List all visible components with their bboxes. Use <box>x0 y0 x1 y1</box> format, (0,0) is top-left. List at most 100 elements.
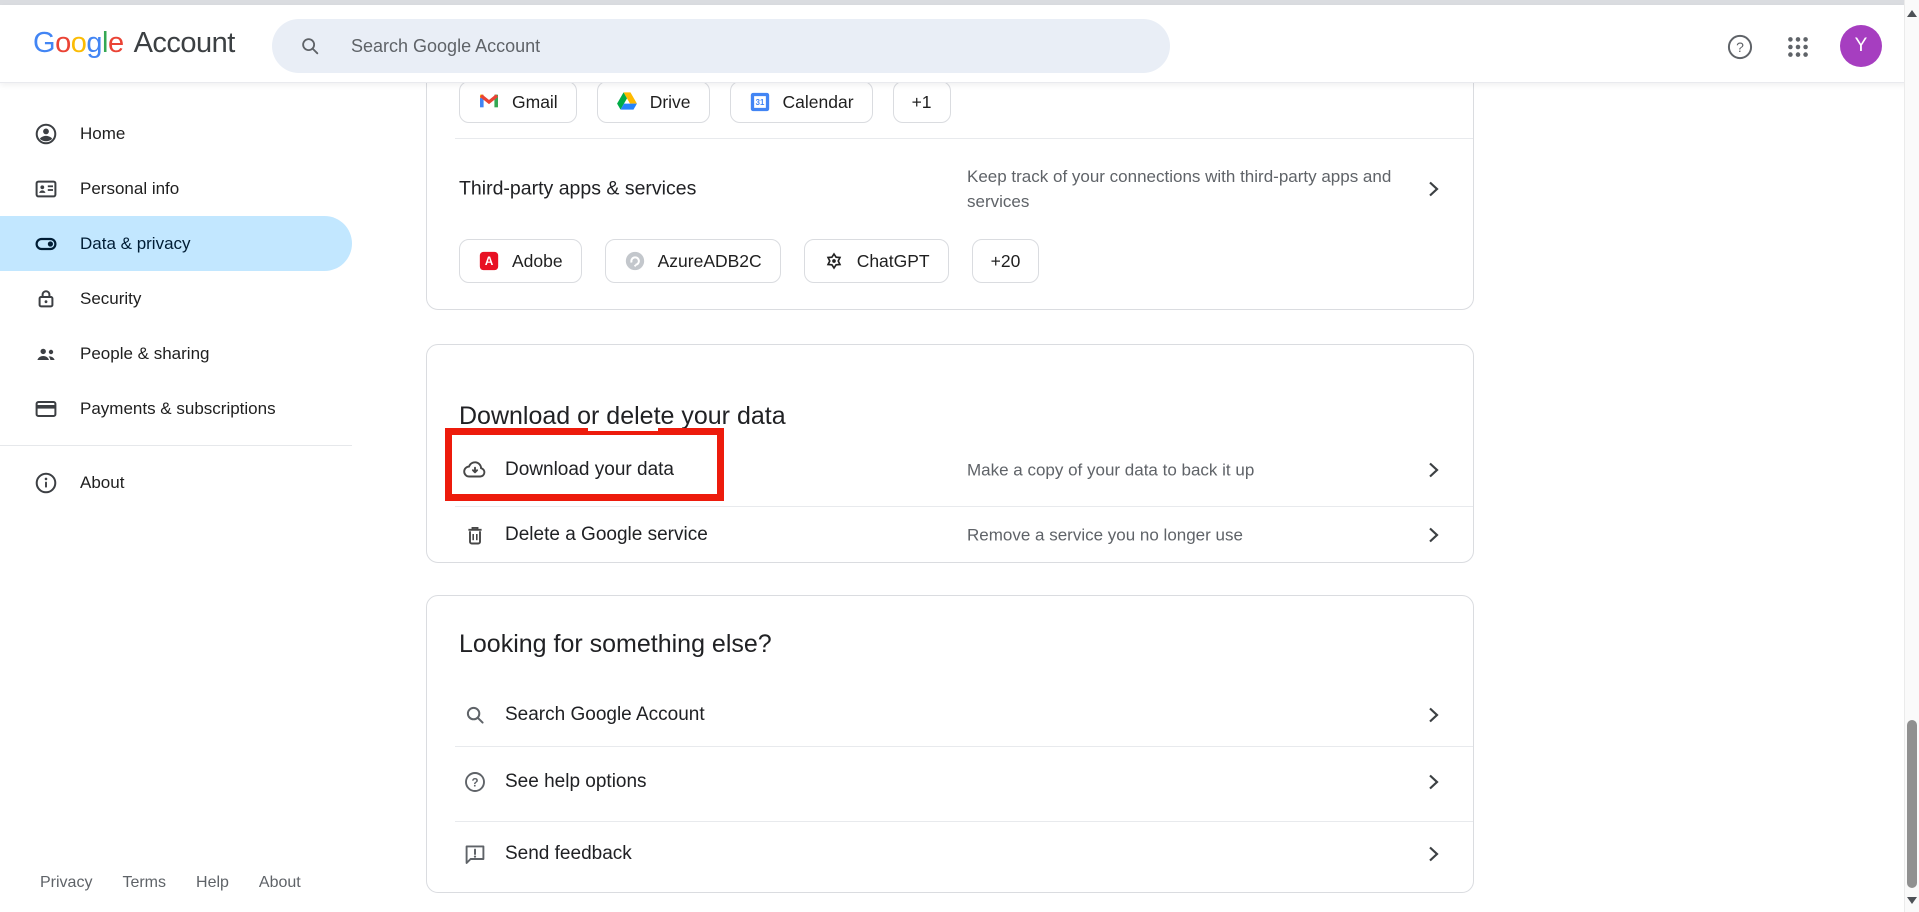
row-description: Keep track of your connections with thir… <box>967 164 1407 214</box>
row-label: Search Google Account <box>505 704 705 726</box>
sidebar-item-label: Data & privacy <box>80 234 191 254</box>
svg-text:A: A <box>485 254 494 268</box>
annotation-gap <box>588 427 658 431</box>
chip-label: +1 <box>912 92 932 113</box>
chip-drive[interactable]: Drive <box>597 82 710 123</box>
sidebar-item-about[interactable]: About <box>0 455 352 510</box>
avatar-letter: Y <box>1855 35 1868 57</box>
chip-label: Calendar <box>783 92 854 113</box>
svg-text:31: 31 <box>755 98 764 107</box>
row-label: Send feedback <box>505 843 632 865</box>
chip-label: Gmail <box>512 92 558 113</box>
search-input[interactable]: Search Google Account <box>272 19 1170 73</box>
help-button[interactable]: ? <box>1726 33 1754 61</box>
sidebar-item-data-privacy[interactable]: Data & privacy <box>0 216 352 271</box>
footer-links: Privacy Terms Help About <box>40 874 301 892</box>
chevron-right-icon <box>1421 177 1445 201</box>
sidebar-item-label: Personal info <box>80 179 179 199</box>
search-account-row[interactable]: Search Google Account <box>427 684 1473 746</box>
adobe-icon: A <box>478 250 500 272</box>
chevron-right-icon <box>1421 842 1445 866</box>
sidebar-item-payments[interactable]: Payments & subscriptions <box>0 381 352 436</box>
google-account-logo[interactable]: Google Account <box>33 5 235 82</box>
delete-google-service-row[interactable]: Delete a Google service Remove a service… <box>427 506 1473 564</box>
search-icon <box>299 35 321 57</box>
account-circle-icon <box>34 122 58 146</box>
drive-icon <box>616 91 638 113</box>
page-scrollbar[interactable] <box>1904 0 1919 912</box>
chip-gmail[interactable]: Gmail <box>459 82 577 123</box>
footer-link-about[interactable]: About <box>259 874 301 892</box>
people-icon <box>34 342 58 366</box>
google-apps-button[interactable] <box>1785 34 1811 60</box>
chevron-right-icon <box>1421 523 1445 547</box>
chip-label: Drive <box>650 92 691 113</box>
logo-letter: e <box>108 27 124 60</box>
svg-text:?: ? <box>1736 39 1744 55</box>
azureadb2c-icon <box>624 250 646 272</box>
chevron-right-icon <box>1421 458 1445 482</box>
sidebar-item-personal-info[interactable]: Personal info <box>0 161 352 216</box>
row-description: Make a copy of your data to back it up <box>967 458 1407 483</box>
chip-adobe[interactable]: A Adobe <box>459 239 582 283</box>
sidebar-item-security[interactable]: Security <box>0 271 352 326</box>
scrollbar-thumb[interactable] <box>1907 720 1917 888</box>
sidebar-item-label: About <box>80 473 124 493</box>
logo-letter: g <box>86 27 102 60</box>
app-header: Google Account Search Google Account ? Y <box>0 5 1919 82</box>
scrollbar-down-arrow[interactable] <box>1907 897 1917 904</box>
svg-text:?: ? <box>471 777 478 789</box>
third-party-card: Gmail Drive 31 Calendar +1 Third-party a… <box>426 82 1474 310</box>
gmail-icon <box>478 91 500 113</box>
chip-azureadb2c[interactable]: AzureADB2C <box>605 239 781 283</box>
lock-icon <box>34 287 58 311</box>
sidebar-item-label: People & sharing <box>80 344 209 364</box>
sidebar-divider <box>0 445 352 446</box>
logo-product-name: Account <box>134 27 235 60</box>
chip-calendar[interactable]: 31 Calendar <box>730 82 873 123</box>
chevron-right-icon <box>1421 703 1445 727</box>
chevron-right-icon <box>1421 770 1445 794</box>
chatgpt-icon <box>823 250 845 272</box>
toggle-icon <box>34 232 58 256</box>
sidebar-nav: Home Personal info Data & privacy Securi… <box>0 82 352 912</box>
service-chips-row: Gmail Drive 31 Calendar +1 <box>459 82 951 123</box>
row-label: See help options <box>505 771 647 793</box>
chip-more-services[interactable]: +1 <box>893 82 951 123</box>
apps-grid-icon <box>1785 34 1811 60</box>
trash-icon <box>463 523 487 547</box>
sidebar-item-label: Home <box>80 124 125 144</box>
account-avatar[interactable]: Y <box>1840 25 1882 67</box>
help-icon: ? <box>1726 33 1754 61</box>
feedback-icon <box>463 842 487 866</box>
logo-letter: o <box>71 27 87 60</box>
scrollbar-up-arrow[interactable] <box>1907 10 1917 17</box>
card-title: Looking for something else? <box>459 627 772 661</box>
third-party-apps-row[interactable]: Third-party apps & services Keep track o… <box>427 138 1473 239</box>
help-icon: ? <box>463 770 487 794</box>
chip-label: +20 <box>991 251 1021 272</box>
footer-link-privacy[interactable]: Privacy <box>40 874 92 892</box>
annotation-highlight-box <box>445 428 724 501</box>
chip-chatgpt[interactable]: ChatGPT <box>804 239 949 283</box>
chip-label: Adobe <box>512 251 563 272</box>
calendar-icon: 31 <box>749 91 771 113</box>
sidebar-item-label: Payments & subscriptions <box>80 399 276 419</box>
row-label: Delete a Google service <box>505 524 708 546</box>
logo-letter: o <box>55 27 71 60</box>
see-help-options-row[interactable]: ? See help options <box>427 746 1473 818</box>
chip-more-apps[interactable]: +20 <box>972 239 1040 283</box>
row-description: Remove a service you no longer use <box>967 523 1407 548</box>
chip-label: AzureADB2C <box>658 251 762 272</box>
sidebar-item-label: Security <box>80 289 141 309</box>
contact-card-icon <box>34 177 58 201</box>
chip-label: ChatGPT <box>857 251 930 272</box>
logo-letter: G <box>33 27 55 60</box>
sidebar-item-home[interactable]: Home <box>0 106 352 161</box>
footer-link-terms[interactable]: Terms <box>122 874 166 892</box>
sidebar-item-people-sharing[interactable]: People & sharing <box>0 326 352 381</box>
search-placeholder: Search Google Account <box>351 36 540 57</box>
send-feedback-row[interactable]: Send feedback <box>427 821 1473 887</box>
footer-link-help[interactable]: Help <box>196 874 229 892</box>
connected-apps-chips-row: A Adobe AzureADB2C ChatGPT +20 <box>459 239 1039 283</box>
